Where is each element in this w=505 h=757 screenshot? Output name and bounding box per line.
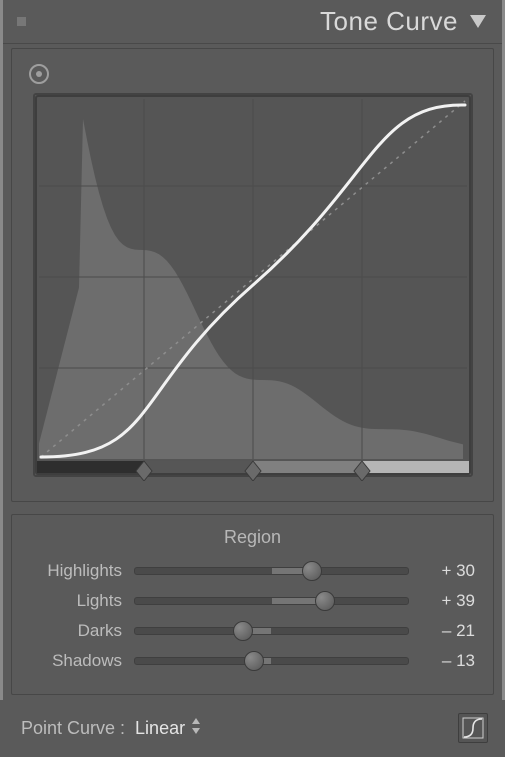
targeted-adjustment-icon[interactable] [28,63,479,85]
panel-header: Tone Curve [3,0,502,44]
slider-value: – 21 [409,621,475,641]
darks-slider[interactable] [134,627,409,635]
panel-title: Tone Curve [320,6,458,37]
slider-row-highlights: Highlights + 30 [30,556,475,586]
tone-curve-panel: Tone Curve Region Highlights + 30 Lights + … [0,0,505,700]
region-group: Region Highlights + 30 Lights + 39 Darks – 21… [11,514,494,695]
slider-knob[interactable] [244,651,264,671]
region-title: Region [30,527,475,548]
split-handle[interactable] [243,459,263,481]
updown-arrows-icon [191,718,201,739]
collapse-triangle-icon[interactable] [468,13,488,31]
panel-footer: Point Curve : Linear [3,703,502,757]
slider-label: Darks [30,621,134,641]
slider-knob[interactable] [233,621,253,641]
split-segment [361,461,469,473]
slider-row-darks: Darks – 21 [30,616,475,646]
slider-value: + 30 [409,561,475,581]
curve-group [11,48,494,502]
slider-row-lights: Lights + 39 [30,586,475,616]
point-curve-label: Point Curve : [21,718,125,739]
split-handle[interactable] [352,459,372,481]
slider-value: + 39 [409,591,475,611]
point-curve-value: Linear [135,718,185,739]
panel-toggle-icon[interactable] [17,17,26,26]
split-handle[interactable] [134,459,154,481]
slider-label: Shadows [30,651,134,671]
slider-value: – 13 [409,651,475,671]
split-segment [253,461,361,473]
curve-icon [462,717,484,739]
slider-knob[interactable] [315,591,335,611]
lights-slider[interactable] [134,597,409,605]
slider-label: Highlights [30,561,134,581]
split-segment [37,461,145,473]
split-segment [145,461,253,473]
shadows-slider[interactable] [134,657,409,665]
edit-point-curve-button[interactable] [458,713,488,743]
point-curve-select[interactable]: Linear [135,718,201,739]
slider-row-shadows: Shadows – 13 [30,646,475,676]
slider-knob[interactable] [302,561,322,581]
slider-label: Lights [30,591,134,611]
highlights-slider[interactable] [134,567,409,575]
tone-curve-editor[interactable] [33,93,473,477]
